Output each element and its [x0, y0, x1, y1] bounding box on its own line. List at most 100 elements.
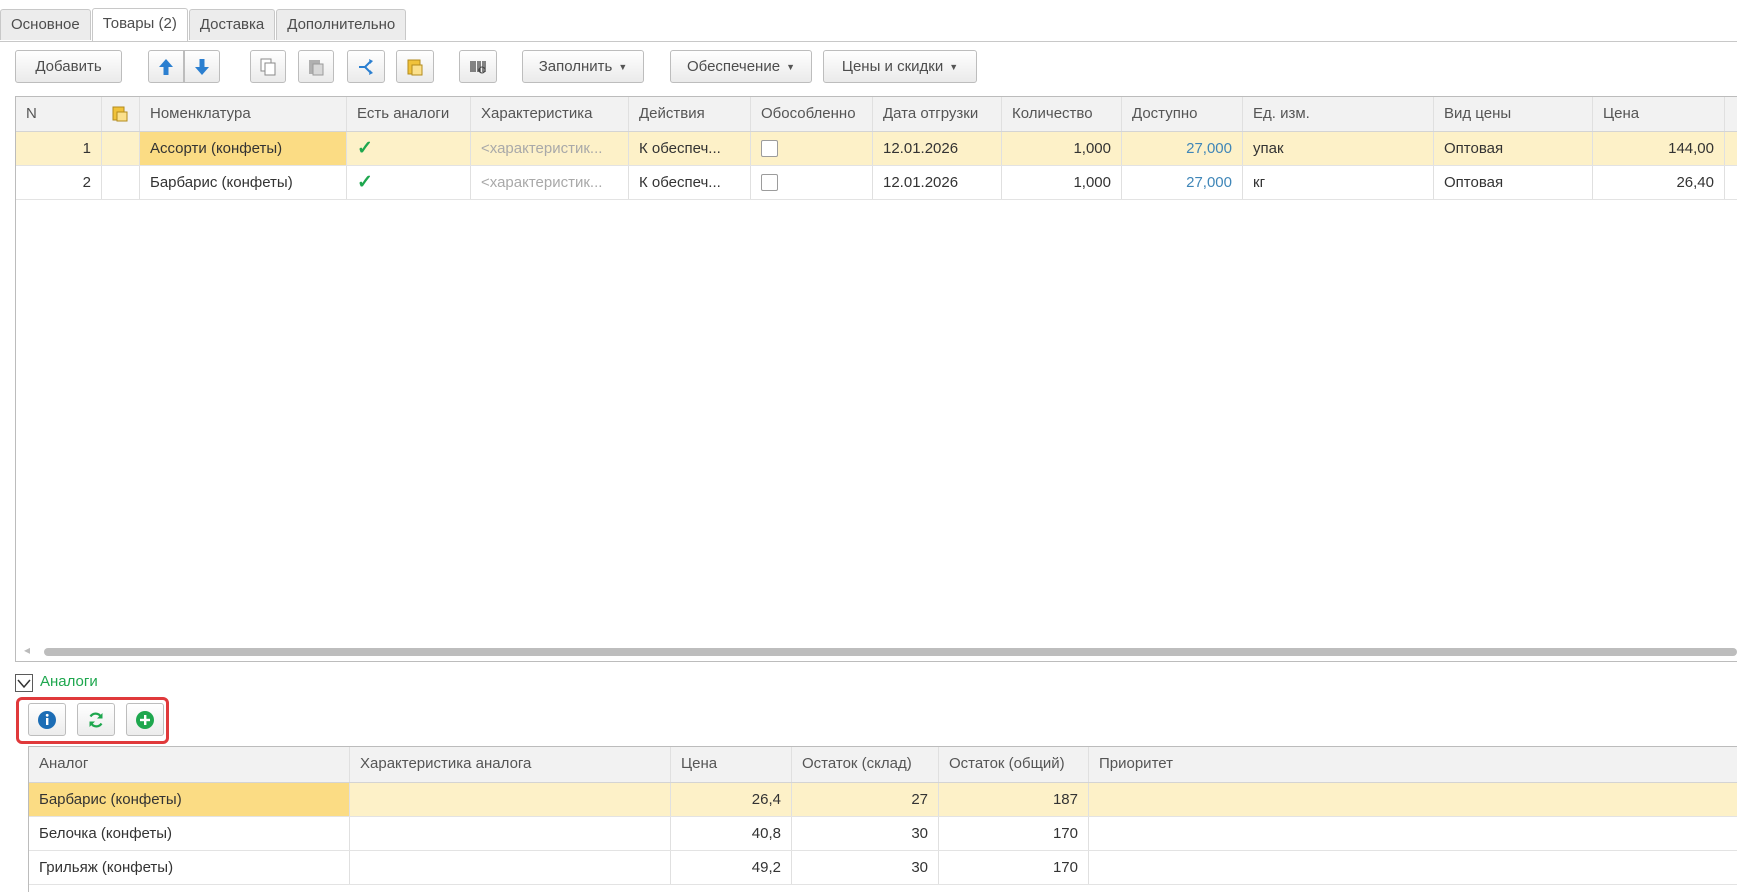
unit-cell[interactable]: упак: [1243, 132, 1434, 165]
barcode-icon: [470, 61, 486, 74]
priority-cell[interactable]: [1089, 817, 1737, 850]
price-cell[interactable]: 26,40: [1593, 166, 1725, 199]
analogs-group-title[interactable]: Аналоги: [40, 673, 98, 690]
priority-cell[interactable]: [1089, 783, 1737, 816]
nomenclature-cell[interactable]: Ассорти (конфеты): [140, 132, 347, 165]
col-has-analogs[interactable]: Есть аналоги: [347, 97, 471, 131]
supply-dropdown[interactable]: Обеспечение ▼: [670, 50, 812, 83]
dropdown-arrow-icon: ▼: [949, 61, 959, 72]
copy-button[interactable]: [250, 50, 286, 83]
has-analogs-check-icon: ✓: [347, 132, 471, 165]
quantity-cell[interactable]: 1,000: [1002, 166, 1122, 199]
col-stock-warehouse[interactable]: Остаток (склад): [792, 747, 939, 782]
fill-dropdown[interactable]: Заполнить ▼: [522, 50, 644, 83]
action-cell[interactable]: К обеспеч...: [629, 166, 751, 199]
has-analogs-check-icon: ✓: [347, 166, 471, 199]
scrollbar-thumb[interactable]: [44, 648, 1737, 656]
col-available[interactable]: Доступно: [1122, 97, 1243, 131]
move-up-button[interactable]: [148, 50, 184, 83]
ship-date-cell[interactable]: 12.01.2026: [873, 132, 1002, 165]
analog-characteristic-cell[interactable]: [350, 817, 671, 850]
col-analog-price[interactable]: Цена: [671, 747, 792, 782]
nomenclature-cell[interactable]: Барбарис (конфеты): [140, 166, 347, 199]
col-actions[interactable]: Действия: [629, 97, 751, 131]
refresh-icon: [89, 712, 103, 728]
add-button[interactable]: Добавить: [15, 50, 122, 83]
available-link[interactable]: 27,000: [1122, 132, 1243, 165]
stock-warehouse-cell: 30: [792, 817, 939, 850]
analog-info-button[interactable]: [28, 703, 66, 736]
table-row[interactable]: 1 Ассорти (конфеты) ✓ <характеристик... …: [16, 132, 1737, 166]
table-row[interactable]: Белочка (конфеты) 40,8 30 170: [29, 817, 1737, 851]
analog-price-cell: 40,8: [671, 817, 792, 850]
move-down-button[interactable]: [184, 50, 220, 83]
paste-icon: [309, 60, 324, 76]
goods-table: N Номенклатура Есть аналоги Характеристи…: [15, 96, 1737, 662]
analog-name-cell[interactable]: Барбарис (конфеты): [29, 783, 350, 816]
barcode-scan-button[interactable]: [459, 50, 497, 83]
col-nomenclature[interactable]: Номенклатура: [140, 97, 347, 131]
analogs-table-header: Аналог Характеристика аналога Цена Остат…: [29, 747, 1737, 783]
characteristic-cell[interactable]: <характеристик...: [471, 132, 629, 165]
analogs-table: Аналог Характеристика аналога Цена Остат…: [28, 746, 1737, 892]
col-n[interactable]: N: [16, 97, 102, 131]
goods-table-header: N Номенклатура Есть аналоги Характеристи…: [16, 97, 1737, 132]
stock-total-cell: 170: [939, 817, 1089, 850]
priority-cell[interactable]: [1089, 851, 1737, 884]
quantity-cell[interactable]: 1,000: [1002, 132, 1122, 165]
split-row-button[interactable]: [347, 50, 385, 83]
col-priority[interactable]: Приоритет: [1089, 747, 1737, 782]
action-cell[interactable]: К обеспеч...: [629, 132, 751, 165]
select-goods-button[interactable]: [396, 50, 434, 83]
info-icon: [38, 711, 56, 729]
col-analog[interactable]: Аналог: [29, 747, 350, 782]
row-select-cell[interactable]: [102, 166, 140, 199]
col-select[interactable]: [102, 97, 140, 131]
table-row[interactable]: Грильяж (конфеты) 49,2 30 170: [29, 851, 1737, 885]
col-unit[interactable]: Ед. изм.: [1243, 97, 1434, 131]
tab-additional[interactable]: Дополнительно: [276, 9, 407, 40]
analog-name-cell[interactable]: Грильяж (конфеты): [29, 851, 350, 884]
table-row[interactable]: Барбарис (конфеты) 26,4 27 187: [29, 783, 1737, 817]
tab-goods[interactable]: Товары (2): [91, 8, 188, 41]
col-price[interactable]: Цена: [1593, 97, 1725, 131]
row-number: 2: [16, 166, 102, 199]
stock-total-cell: 170: [939, 851, 1089, 884]
table-row[interactable]: 2 Барбарис (конфеты) ✓ <характеристик...…: [16, 166, 1737, 200]
paste-button[interactable]: [298, 50, 334, 83]
arrow-up-icon: [159, 59, 173, 75]
col-characteristic[interactable]: Характеристика: [471, 97, 629, 131]
supply-label: Обеспечение: [687, 58, 781, 75]
price-cell[interactable]: 144,00: [1593, 132, 1725, 165]
goods-toolbar: Добавить Заполнить ▼ Обеспечение ▼ Цены и …: [0, 50, 1737, 84]
analog-characteristic-cell[interactable]: [350, 783, 671, 816]
analog-characteristic-cell[interactable]: [350, 851, 671, 884]
tab-delivery[interactable]: Доставка: [188, 9, 276, 40]
split-icon: [359, 59, 373, 75]
separate-checkbox[interactable]: [761, 139, 778, 157]
col-stock-total[interactable]: Остаток (общий): [939, 747, 1089, 782]
analogs-collapse-toggle[interactable]: [15, 674, 33, 692]
analog-name-cell[interactable]: Белочка (конфеты): [29, 817, 350, 850]
row-select-cell[interactable]: [102, 132, 140, 165]
col-analog-characteristic[interactable]: Характеристика аналога: [350, 747, 671, 782]
col-quantity[interactable]: Количество: [1002, 97, 1122, 131]
tab-main[interactable]: Основное: [0, 9, 91, 40]
analog-refresh-button[interactable]: [77, 703, 115, 736]
analog-add-button[interactable]: [126, 703, 164, 736]
stock-warehouse-cell: 30: [792, 851, 939, 884]
available-link[interactable]: 27,000: [1122, 166, 1243, 199]
ship-date-cell[interactable]: 12.01.2026: [873, 166, 1002, 199]
scroll-left-icon[interactable]: ◂: [24, 643, 30, 657]
characteristic-cell[interactable]: <характеристик...: [471, 166, 629, 199]
price-type-cell[interactable]: Оптовая: [1434, 132, 1593, 165]
horizontal-scrollbar[interactable]: ◂: [16, 643, 1737, 657]
prices-discounts-dropdown[interactable]: Цены и скидки ▼: [823, 50, 977, 83]
tabs-divider: [0, 41, 1737, 42]
separate-checkbox[interactable]: [761, 173, 778, 191]
col-separate[interactable]: Обособленно: [751, 97, 873, 131]
price-type-cell[interactable]: Оптовая: [1434, 166, 1593, 199]
col-price-type[interactable]: Вид цены: [1434, 97, 1593, 131]
unit-cell[interactable]: кг: [1243, 166, 1434, 199]
col-ship-date[interactable]: Дата отгрузки: [873, 97, 1002, 131]
